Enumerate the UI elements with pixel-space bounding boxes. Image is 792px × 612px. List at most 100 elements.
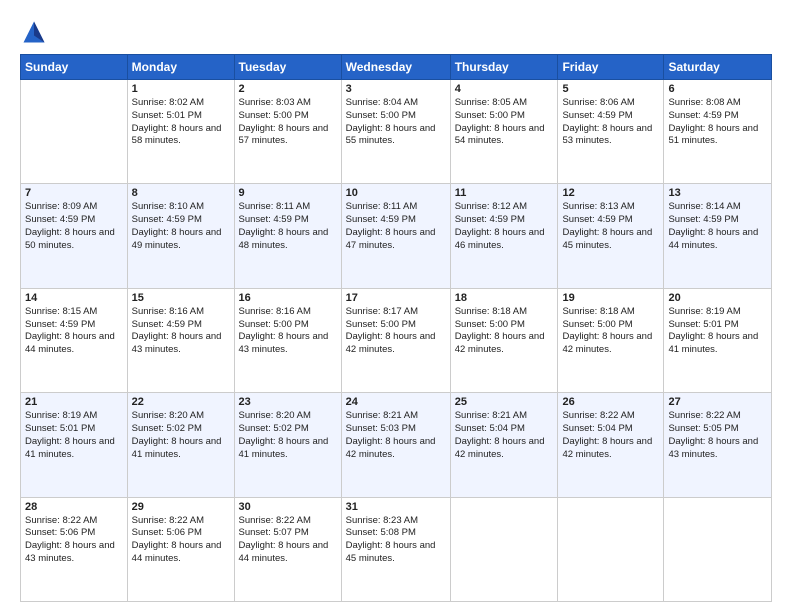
day-number: 9 bbox=[239, 187, 337, 199]
cell-content: Sunrise: 8:21 AMSunset: 5:04 PMDaylight:… bbox=[455, 410, 545, 459]
calendar-cell: 12Sunrise: 8:13 AMSunset: 4:59 PMDayligh… bbox=[558, 184, 664, 288]
calendar-cell: 19 Sunrise: 8:18 AMSunset: 5:00 PMDayligh… bbox=[558, 288, 664, 392]
day-number: 15 bbox=[132, 292, 230, 304]
header bbox=[20, 18, 772, 46]
weekday-header-row: SundayMondayTuesdayWednesdayThursdayFrid… bbox=[21, 55, 772, 80]
cell-content: Sunrise: 8:22 AMSunset: 5:07 PMDaylight:… bbox=[239, 515, 329, 564]
calendar-cell: 29Sunrise: 8:22 AMSunset: 5:06 PMDayligh… bbox=[127, 497, 234, 601]
day-number: 5 bbox=[562, 83, 659, 95]
calendar-cell: 30 Sunrise: 8:22 AMSunset: 5:07 PMDayligh… bbox=[234, 497, 341, 601]
cell-content: Sunrise: 8:22 AMSunset: 5:04 PMDaylight:… bbox=[562, 410, 652, 459]
calendar-cell: 22 Sunrise: 8:20 AMSunset: 5:02 PMDayligh… bbox=[127, 393, 234, 497]
cell-content: Sunrise: 8:11 AMSunset: 4:59 PMDaylight:… bbox=[239, 201, 329, 250]
day-number: 26 bbox=[562, 396, 659, 408]
cell-content: Sunrise: 8:15 AMSunset: 4:59 PMDaylight:… bbox=[25, 306, 115, 355]
day-number: 23 bbox=[239, 396, 337, 408]
cell-content: Sunrise: 8:09 AMSunset: 4:59 PMDaylight:… bbox=[25, 201, 115, 250]
cell-content: Sunrise: 8:23 AMSunset: 5:08 PMDaylight:… bbox=[346, 515, 436, 564]
calendar-cell: 3 Sunrise: 8:04 AMSunset: 5:00 PMDaylight… bbox=[341, 80, 450, 184]
calendar-cell: 1 Sunrise: 8:02 AMSunset: 5:01 PMDaylight… bbox=[127, 80, 234, 184]
calendar-cell: 23 Sunrise: 8:20 AMSunset: 5:02 PMDayligh… bbox=[234, 393, 341, 497]
cell-content: Sunrise: 8:20 AMSunset: 5:02 PMDaylight:… bbox=[239, 410, 329, 459]
weekday-header-sunday: Sunday bbox=[21, 55, 128, 80]
calendar-cell: 28 Sunrise: 8:22 AMSunset: 5:06 PMDayligh… bbox=[21, 497, 128, 601]
cell-content: Sunrise: 8:22 AMSunset: 5:06 PMDaylight:… bbox=[25, 515, 115, 564]
day-number: 3 bbox=[346, 83, 446, 95]
weekday-header-wednesday: Wednesday bbox=[341, 55, 450, 80]
day-number: 29 bbox=[132, 501, 230, 513]
calendar-cell bbox=[558, 497, 664, 601]
calendar-cell: 27 Sunrise: 8:22 AMSunset: 5:05 PMDayligh… bbox=[664, 393, 772, 497]
week-row-5: 28 Sunrise: 8:22 AMSunset: 5:06 PMDayligh… bbox=[21, 497, 772, 601]
day-number: 30 bbox=[239, 501, 337, 513]
day-number: 17 bbox=[346, 292, 446, 304]
calendar-cell: 20 Sunrise: 8:19 AMSunset: 5:01 PMDayligh… bbox=[664, 288, 772, 392]
logo bbox=[20, 18, 52, 46]
day-number: 4 bbox=[455, 83, 554, 95]
cell-content: Sunrise: 8:20 AMSunset: 5:02 PMDaylight:… bbox=[132, 410, 222, 459]
week-row-3: 14Sunrise: 8:15 AMSunset: 4:59 PMDayligh… bbox=[21, 288, 772, 392]
week-row-2: 7Sunrise: 8:09 AMSunset: 4:59 PMDaylight… bbox=[21, 184, 772, 288]
day-number: 18 bbox=[455, 292, 554, 304]
cell-content: Sunrise: 8:10 AMSunset: 4:59 PMDaylight:… bbox=[132, 201, 222, 250]
week-row-1: 1 Sunrise: 8:02 AMSunset: 5:01 PMDaylight… bbox=[21, 80, 772, 184]
calendar-cell: 14Sunrise: 8:15 AMSunset: 4:59 PMDayligh… bbox=[21, 288, 128, 392]
day-number: 31 bbox=[346, 501, 446, 513]
cell-content: Sunrise: 8:16 AMSunset: 5:00 PMDaylight:… bbox=[239, 306, 329, 355]
cell-content: Sunrise: 8:02 AMSunset: 5:01 PMDaylight:… bbox=[132, 97, 222, 146]
day-number: 13 bbox=[668, 187, 767, 199]
day-number: 21 bbox=[25, 396, 123, 408]
cell-content: Sunrise: 8:12 AMSunset: 4:59 PMDaylight:… bbox=[455, 201, 545, 250]
calendar-cell: 7Sunrise: 8:09 AMSunset: 4:59 PMDaylight… bbox=[21, 184, 128, 288]
calendar-cell bbox=[21, 80, 128, 184]
calendar-cell: 11 Sunrise: 8:12 AMSunset: 4:59 PMDayligh… bbox=[450, 184, 558, 288]
day-number: 10 bbox=[346, 187, 446, 199]
cell-content: Sunrise: 8:05 AMSunset: 5:00 PMDaylight:… bbox=[455, 97, 545, 146]
calendar-cell: 13 Sunrise: 8:14 AMSunset: 4:59 PMDayligh… bbox=[664, 184, 772, 288]
calendar-cell: 2 Sunrise: 8:03 AMSunset: 5:00 PMDaylight… bbox=[234, 80, 341, 184]
cell-content: Sunrise: 8:06 AMSunset: 4:59 PMDaylight:… bbox=[562, 97, 652, 146]
day-number: 19 bbox=[562, 292, 659, 304]
cell-content: Sunrise: 8:19 AMSunset: 5:01 PMDaylight:… bbox=[25, 410, 115, 459]
cell-content: Sunrise: 8:18 AMSunset: 5:00 PMDaylight:… bbox=[562, 306, 652, 355]
day-number: 6 bbox=[668, 83, 767, 95]
calendar-cell: 31 Sunrise: 8:23 AMSunset: 5:08 PMDayligh… bbox=[341, 497, 450, 601]
cell-content: Sunrise: 8:18 AMSunset: 5:00 PMDaylight:… bbox=[455, 306, 545, 355]
calendar-cell: 21 Sunrise: 8:19 AMSunset: 5:01 PMDayligh… bbox=[21, 393, 128, 497]
weekday-header-friday: Friday bbox=[558, 55, 664, 80]
cell-content: Sunrise: 8:14 AMSunset: 4:59 PMDaylight:… bbox=[668, 201, 758, 250]
cell-content: Sunrise: 8:11 AMSunset: 4:59 PMDaylight:… bbox=[346, 201, 436, 250]
day-number: 24 bbox=[346, 396, 446, 408]
day-number: 22 bbox=[132, 396, 230, 408]
calendar-cell: 8 Sunrise: 8:10 AMSunset: 4:59 PMDaylight… bbox=[127, 184, 234, 288]
cell-content: Sunrise: 8:03 AMSunset: 5:00 PMDaylight:… bbox=[239, 97, 329, 146]
page: SundayMondayTuesdayWednesdayThursdayFrid… bbox=[0, 0, 792, 612]
day-number: 2 bbox=[239, 83, 337, 95]
cell-content: Sunrise: 8:04 AMSunset: 5:00 PMDaylight:… bbox=[346, 97, 436, 146]
day-number: 8 bbox=[132, 187, 230, 199]
calendar-cell: 9 Sunrise: 8:11 AMSunset: 4:59 PMDaylight… bbox=[234, 184, 341, 288]
cell-content: Sunrise: 8:21 AMSunset: 5:03 PMDaylight:… bbox=[346, 410, 436, 459]
cell-content: Sunrise: 8:17 AMSunset: 5:00 PMDaylight:… bbox=[346, 306, 436, 355]
day-number: 20 bbox=[668, 292, 767, 304]
calendar-cell: 17 Sunrise: 8:17 AMSunset: 5:00 PMDayligh… bbox=[341, 288, 450, 392]
day-number: 11 bbox=[455, 187, 554, 199]
cell-content: Sunrise: 8:22 AMSunset: 5:05 PMDaylight:… bbox=[668, 410, 758, 459]
day-number: 1 bbox=[132, 83, 230, 95]
calendar-cell: 5 Sunrise: 8:06 AMSunset: 4:59 PMDaylight… bbox=[558, 80, 664, 184]
week-row-4: 21 Sunrise: 8:19 AMSunset: 5:01 PMDayligh… bbox=[21, 393, 772, 497]
day-number: 28 bbox=[25, 501, 123, 513]
day-number: 25 bbox=[455, 396, 554, 408]
calendar-cell: 4 Sunrise: 8:05 AMSunset: 5:00 PMDaylight… bbox=[450, 80, 558, 184]
weekday-header-monday: Monday bbox=[127, 55, 234, 80]
day-number: 27 bbox=[668, 396, 767, 408]
calendar-cell: 25 Sunrise: 8:21 AMSunset: 5:04 PMDayligh… bbox=[450, 393, 558, 497]
calendar-cell: 6Sunrise: 8:08 AMSunset: 4:59 PMDaylight… bbox=[664, 80, 772, 184]
calendar-table: SundayMondayTuesdayWednesdayThursdayFrid… bbox=[20, 54, 772, 602]
calendar-cell: 24 Sunrise: 8:21 AMSunset: 5:03 PMDayligh… bbox=[341, 393, 450, 497]
calendar-cell: 18 Sunrise: 8:18 AMSunset: 5:00 PMDayligh… bbox=[450, 288, 558, 392]
cell-content: Sunrise: 8:19 AMSunset: 5:01 PMDaylight:… bbox=[668, 306, 758, 355]
calendar-cell bbox=[664, 497, 772, 601]
calendar-cell: 26 Sunrise: 8:22 AMSunset: 5:04 PMDayligh… bbox=[558, 393, 664, 497]
calendar-cell: 15Sunrise: 8:16 AMSunset: 4:59 PMDayligh… bbox=[127, 288, 234, 392]
